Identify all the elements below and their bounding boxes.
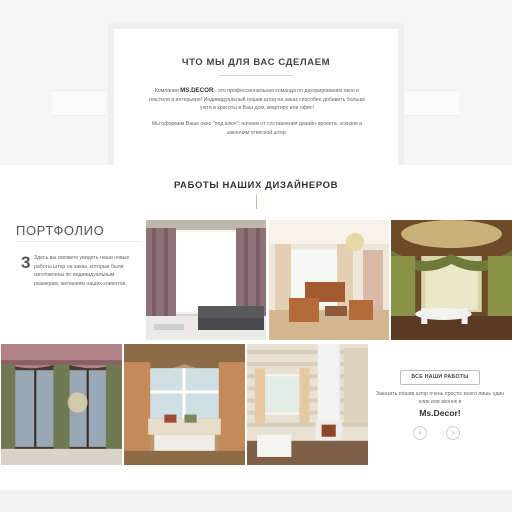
works-divider	[256, 195, 257, 209]
portfolio-description: Здесь вы сможете увидеть наши новые рабо…	[34, 255, 130, 287]
about-paragraph-2: Мы оформим Ваше окно "под ключ": начнем …	[151, 121, 363, 136]
portfolio-photo-classic-room[interactable]	[269, 220, 389, 340]
chevron-right-icon: ›	[451, 428, 455, 437]
about-p1-prefix: Компания	[154, 88, 181, 94]
footer-band	[0, 490, 512, 512]
chevron-left-icon: ‹	[418, 428, 422, 437]
about-title: ЧТО МЫ ДЛЯ ВАС СДЕЛАЕМ	[181, 57, 331, 68]
cta-text: Заказать пошив штор очень просто: всего …	[375, 391, 505, 406]
portfolio-photo-tall-windows[interactable]	[1, 344, 122, 465]
portfolio-photo-dining-room[interactable]	[391, 220, 512, 340]
cta-brand-name: Ms.Decor!	[419, 408, 461, 418]
works-title: РАБОТЫ НАШИХ ДИЗАЙНЕРОВ	[173, 180, 339, 191]
all-works-button[interactable]: ВСЕ НАШИ РАБОТЫ	[400, 370, 480, 385]
brand-name-inline: MS.DECOR	[180, 87, 214, 94]
portfolio-number: 3	[21, 253, 31, 272]
decorative-tab-right	[405, 90, 459, 116]
portfolio-divider	[16, 241, 140, 242]
about-card: ЧТО МЫ ДЛЯ ВАС СДЕЛАЕМ Компания MS.DECOR…	[108, 23, 404, 165]
portfolio-photo-bay-window[interactable]	[124, 344, 245, 465]
prev-arrow-button[interactable]: ‹	[413, 426, 427, 440]
about-paragraph-1: Компания MS.DECOR - это профессиональная…	[144, 87, 370, 113]
decorative-tab-left	[52, 90, 106, 116]
portfolio-photo-living-room[interactable]	[146, 220, 266, 340]
about-divider	[218, 75, 294, 76]
portfolio-heading: ПОРТФОЛИО	[16, 223, 105, 238]
next-arrow-button[interactable]: ›	[446, 426, 460, 440]
portfolio-photo-log-house[interactable]	[247, 344, 368, 465]
